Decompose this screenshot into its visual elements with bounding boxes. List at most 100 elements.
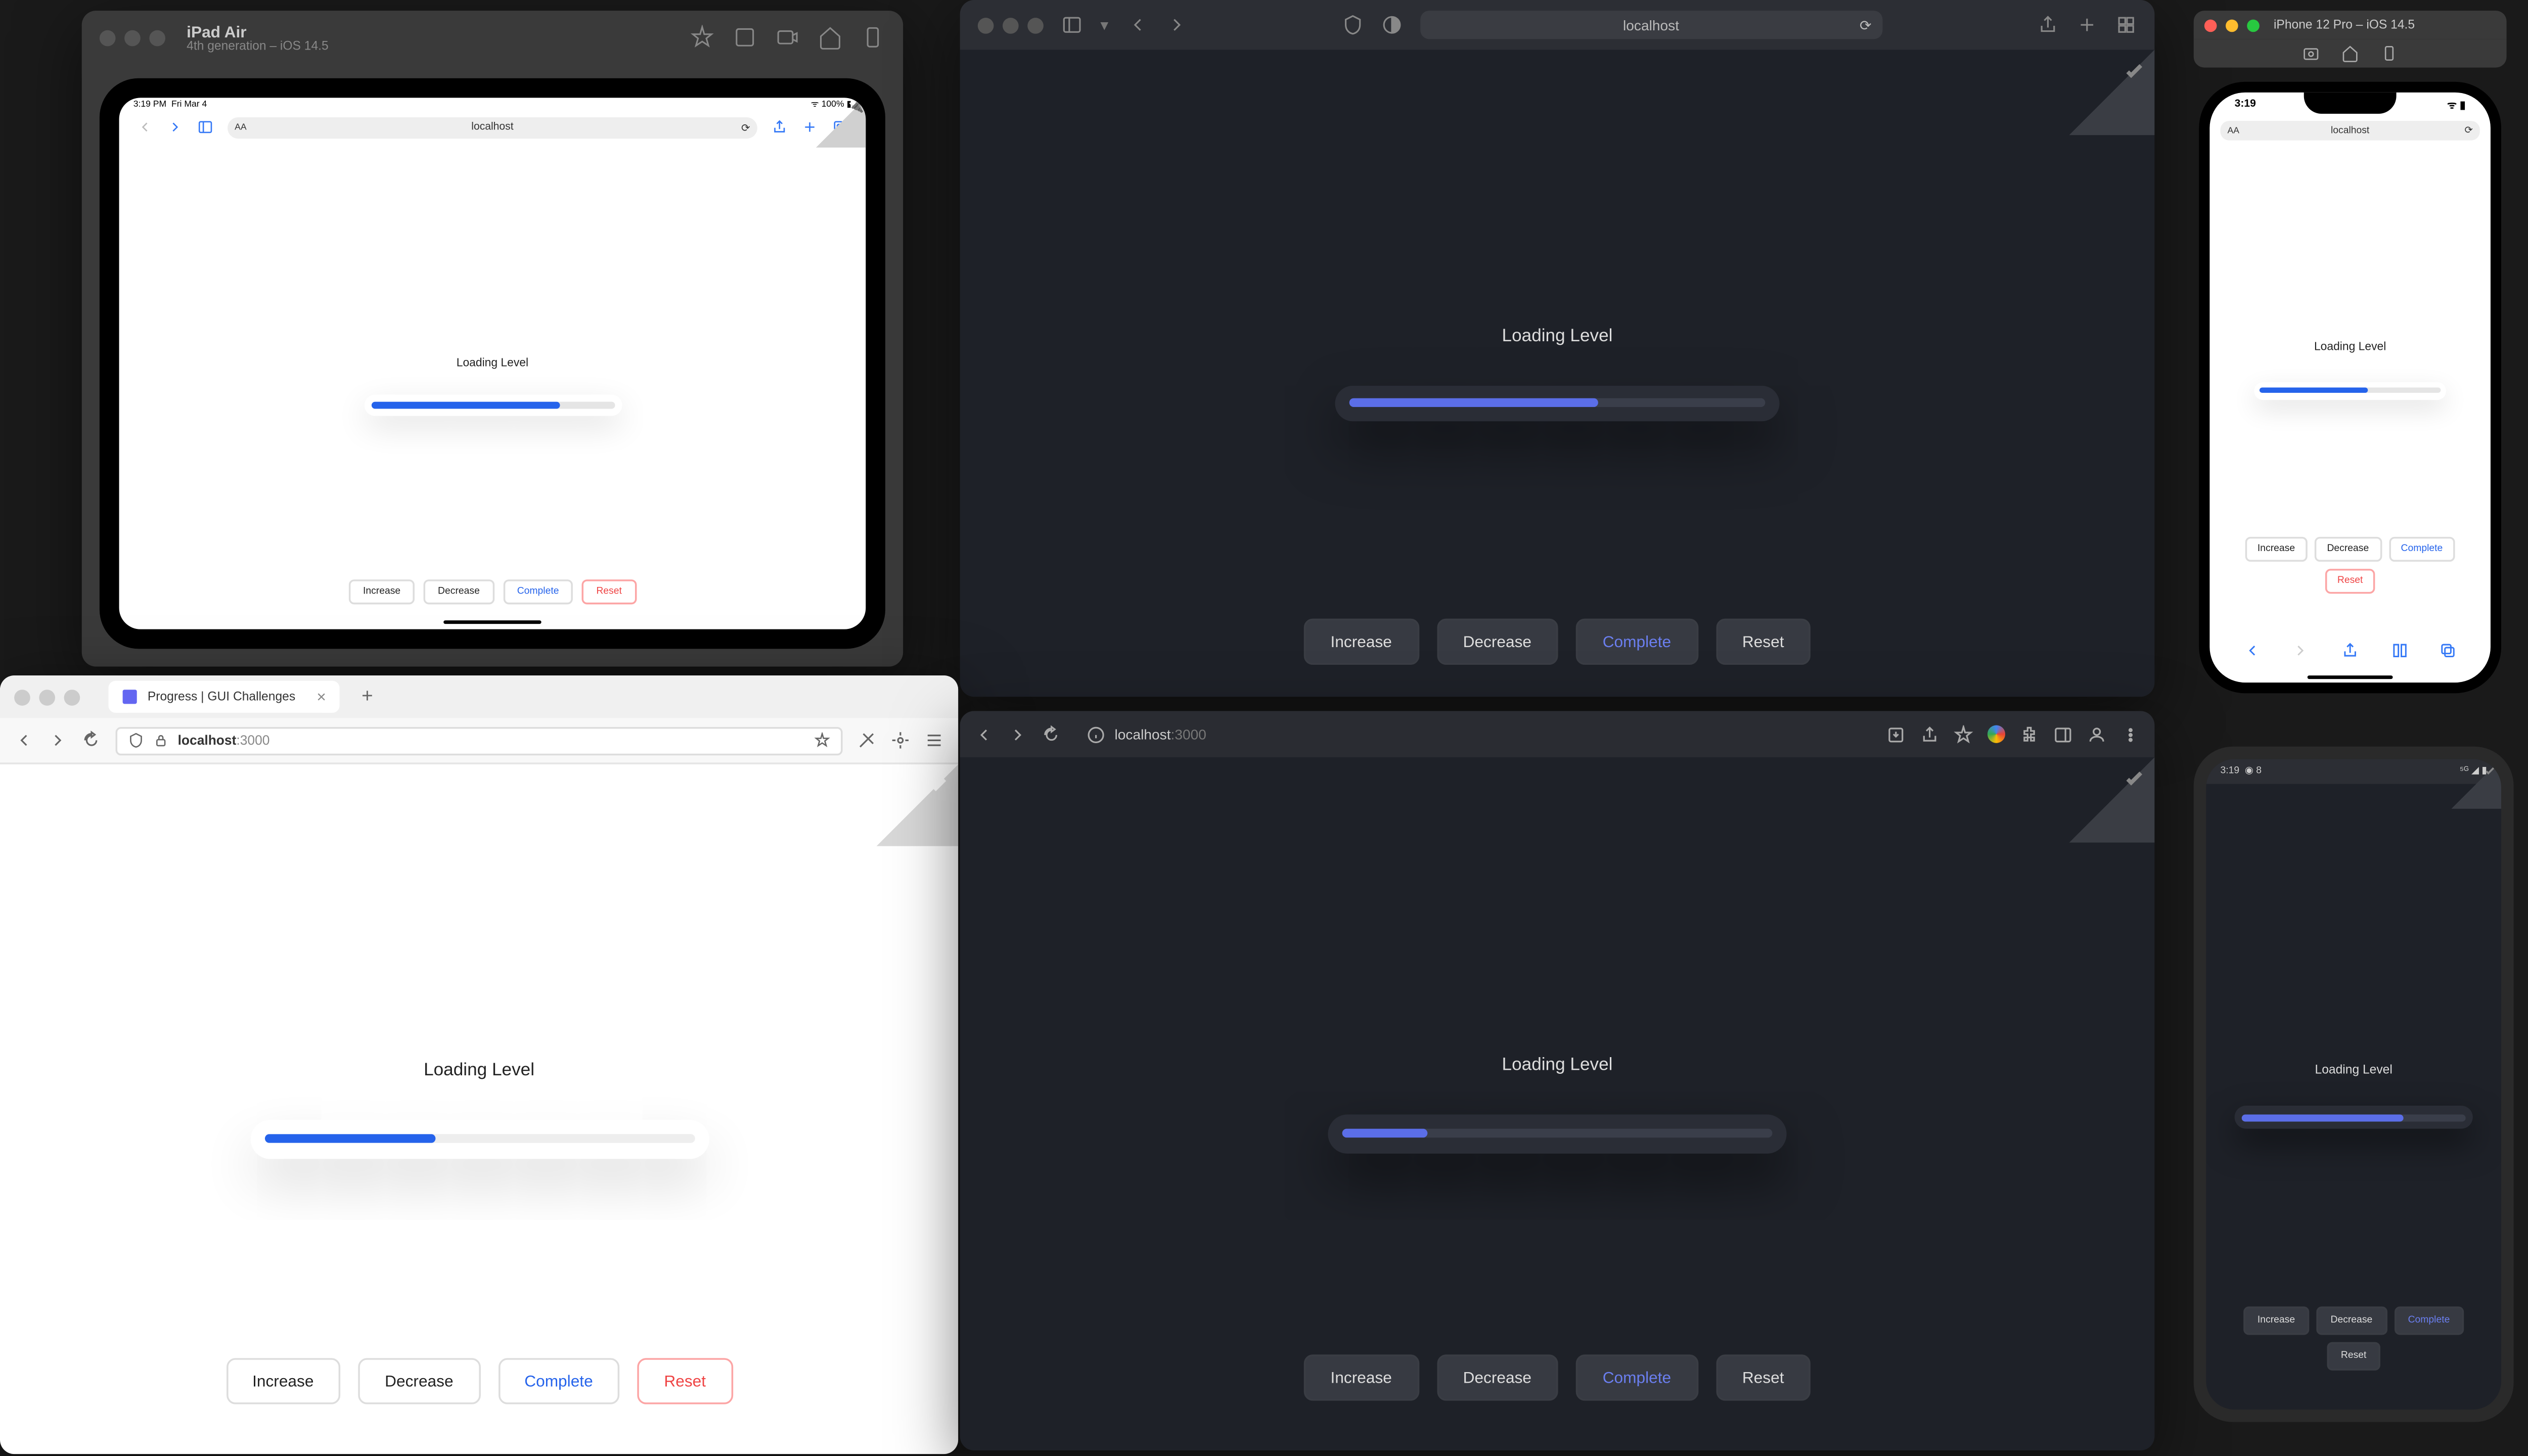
forward-icon[interactable] xyxy=(48,731,68,750)
complete-button[interactable]: Complete xyxy=(1576,1354,1698,1400)
extension-icon[interactable] xyxy=(1988,725,2005,743)
rotate-icon[interactable] xyxy=(861,25,885,50)
reset-button[interactable]: Reset xyxy=(2325,569,2375,594)
complete-button[interactable]: Complete xyxy=(1576,619,1698,665)
bookmark-icon[interactable] xyxy=(1954,724,1973,744)
close-tab-icon[interactable]: × xyxy=(317,688,326,706)
visbug-corner-icon[interactable] xyxy=(816,98,866,147)
menu-icon[interactable] xyxy=(924,731,944,750)
url-bar[interactable]: localhost ⟳ xyxy=(1420,11,1882,39)
menu-icon[interactable] xyxy=(2121,724,2141,744)
complete-button[interactable]: Complete xyxy=(498,1358,620,1404)
sidebar-icon[interactable] xyxy=(1061,14,1082,35)
complete-button[interactable]: Complete xyxy=(503,579,573,604)
extension-icon[interactable] xyxy=(857,731,877,750)
url-bar[interactable]: localhost:3000 xyxy=(1075,720,1872,748)
home-indicator[interactable] xyxy=(2308,674,2393,679)
extension2-icon[interactable] xyxy=(891,731,911,750)
ipad-titlebar: iPad Air 4th generation – iOS 14.5 xyxy=(82,11,903,64)
decrease-button[interactable]: Decrease xyxy=(424,579,494,604)
reset-button[interactable]: Reset xyxy=(1716,1354,1811,1400)
rotate-icon[interactable] xyxy=(2380,44,2398,62)
back-icon[interactable] xyxy=(137,112,153,144)
ipad-screen: 3:19 PM Fri Mar 4 ᯤ 100% ▮ AA localhost … xyxy=(119,98,866,629)
bookmarks-icon[interactable] xyxy=(2390,636,2408,668)
screenshot-icon[interactable] xyxy=(2302,44,2320,62)
complete-button[interactable]: Complete xyxy=(2394,1306,2464,1335)
home-indicator[interactable] xyxy=(443,620,541,624)
traffic-lights[interactable] xyxy=(978,17,1044,33)
url-bar[interactable]: localhost:3000 xyxy=(116,726,843,754)
reset-button[interactable]: Reset xyxy=(2327,1342,2381,1371)
loading-label: Loading Level xyxy=(424,1060,534,1080)
decrease-button[interactable]: Decrease xyxy=(1436,619,1558,665)
home-icon[interactable] xyxy=(818,25,842,50)
screenshot-icon[interactable] xyxy=(733,25,757,50)
reset-button[interactable]: Reset xyxy=(582,579,636,604)
progress-bar xyxy=(1328,1114,1786,1153)
increase-button[interactable]: Increase xyxy=(1304,1354,1419,1400)
traffic-lights[interactable] xyxy=(100,29,165,46)
browser-tab[interactable]: Progress | GUI Challenges × xyxy=(108,681,340,713)
reload-icon[interactable]: ⟳ xyxy=(2465,125,2473,136)
decrease-button[interactable]: Decrease xyxy=(358,1358,480,1404)
forward-icon[interactable] xyxy=(2292,636,2310,668)
safari-toolbar: ▾ localhost ⟳ xyxy=(960,0,2155,50)
pin-icon[interactable] xyxy=(690,25,714,50)
decrease-button[interactable]: Decrease xyxy=(2315,537,2381,562)
reload-icon[interactable]: ⟳ xyxy=(741,122,750,134)
complete-button[interactable]: Complete xyxy=(2388,537,2455,562)
info-icon[interactable] xyxy=(1086,724,1106,744)
home-icon[interactable] xyxy=(2341,44,2359,62)
increase-button[interactable]: Increase xyxy=(225,1358,340,1404)
tabs-icon[interactable] xyxy=(2115,14,2137,35)
new-tab-icon[interactable]: + xyxy=(362,686,373,707)
bookmark-icon[interactable] xyxy=(814,733,830,749)
share-icon[interactable] xyxy=(772,112,788,144)
install-icon[interactable] xyxy=(1886,724,1906,744)
back-icon[interactable] xyxy=(14,731,34,750)
traffic-lights[interactable] xyxy=(14,689,80,705)
chrome-toolbar: localhost:3000 xyxy=(960,711,2155,757)
shield-icon[interactable] xyxy=(128,733,144,749)
traffic-lights[interactable] xyxy=(2204,19,2260,31)
new-tab-icon[interactable] xyxy=(802,112,818,144)
reload-icon[interactable] xyxy=(1042,724,1061,744)
url-bar[interactable]: AA localhost ⟳ xyxy=(228,117,757,139)
profile-icon[interactable] xyxy=(2087,724,2107,744)
sidebar-icon[interactable] xyxy=(197,112,213,144)
extensions-icon[interactable] xyxy=(2019,724,2039,744)
tabs-icon[interactable] xyxy=(2440,636,2457,668)
reset-button[interactable]: Reset xyxy=(638,1358,733,1404)
loading-label: Loading Level xyxy=(1502,1055,1613,1075)
record-icon[interactable] xyxy=(775,25,800,50)
share-icon[interactable] xyxy=(2341,636,2359,668)
increase-button[interactable]: Increase xyxy=(349,579,415,604)
loading-label: Loading Level xyxy=(457,357,528,370)
visbug-corner-icon[interactable] xyxy=(2069,757,2155,843)
increase-button[interactable]: Increase xyxy=(2243,1306,2309,1335)
shield-icon[interactable] xyxy=(1342,14,1363,35)
forward-icon[interactable] xyxy=(1008,724,1028,744)
url-bar[interactable]: AA localhost ⟳ xyxy=(2220,121,2479,141)
appearance-icon[interactable] xyxy=(1381,14,1402,35)
back-icon[interactable] xyxy=(2243,636,2261,668)
reload-icon[interactable]: ⟳ xyxy=(1860,17,1872,33)
back-icon[interactable] xyxy=(974,724,994,744)
back-icon[interactable] xyxy=(1126,14,1147,35)
forward-icon[interactable] xyxy=(1165,14,1187,35)
sidepanel-icon[interactable] xyxy=(2053,724,2073,744)
reset-button[interactable]: Reset xyxy=(1716,619,1811,665)
increase-button[interactable]: Increase xyxy=(2245,537,2307,562)
decrease-button[interactable]: Decrease xyxy=(1436,1354,1558,1400)
increase-button[interactable]: Increase xyxy=(1304,619,1419,665)
reload-icon[interactable] xyxy=(82,731,102,750)
visbug-corner-icon[interactable] xyxy=(876,764,958,846)
visbug-corner-icon[interactable] xyxy=(2069,50,2155,135)
share-icon[interactable] xyxy=(1920,724,1939,744)
new-tab-icon[interactable] xyxy=(2076,14,2098,35)
forward-icon[interactable] xyxy=(167,112,184,144)
favicon xyxy=(123,690,137,704)
decrease-button[interactable]: Decrease xyxy=(2316,1306,2386,1335)
share-icon[interactable] xyxy=(2037,14,2058,35)
